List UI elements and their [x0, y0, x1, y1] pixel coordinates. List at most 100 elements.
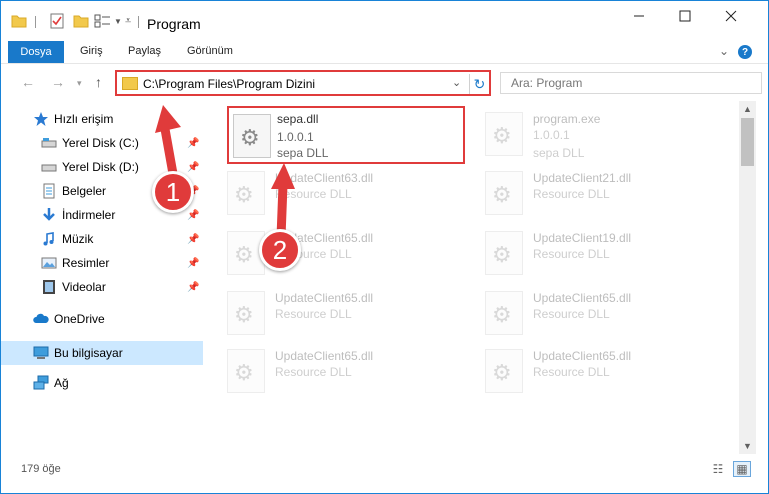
file-item[interactable]: ⚙ UpdateClient19.dll Resource DLL: [461, 223, 697, 281]
file-item[interactable]: ⚙ UpdateClient65.dll Resource DLL: [203, 341, 439, 399]
pin-icon[interactable]: 📌: [187, 210, 199, 221]
recent-locations-icon[interactable]: ▾: [77, 78, 82, 89]
tab-home[interactable]: Giriş: [80, 45, 103, 57]
back-arrow-icon[interactable]: ←: [21, 74, 35, 90]
file-list: ⚙ sepa.dll 1.0.0.1 sepa DLL ⚙ program.ex…: [203, 101, 739, 454]
file-item-program-exe[interactable]: ⚙ program.exe 1.0.0.1 sepa DLL: [461, 104, 697, 162]
file-version: 1.0.0.1: [533, 128, 570, 142]
new-folder-icon[interactable]: [73, 13, 89, 29]
tab-file[interactable]: Dosya: [8, 41, 64, 63]
file-description: sepa DLL: [533, 146, 585, 160]
sidebar-item-pictures[interactable]: Resimler 📌: [1, 251, 203, 275]
separator: [138, 16, 139, 28]
file-name: UpdateClient19.dll: [533, 231, 632, 245]
tab-view[interactable]: Görünüm: [187, 45, 233, 57]
close-button[interactable]: [708, 1, 754, 31]
sidebar-item-this-pc[interactable]: Bu bilgisayar: [1, 341, 203, 365]
pin-icon[interactable]: 📌: [187, 234, 199, 245]
file-item[interactable]: ⚙ UpdateClient65.dll Resource DLL: [461, 341, 697, 399]
cloud-icon: [33, 313, 49, 323]
file-item-sepa-dll[interactable]: ⚙ sepa.dll 1.0.0.1 sepa DLL: [227, 106, 465, 164]
navigation-bar: ← → ▾ ↑ C:\Program Files\Program Dizini …: [1, 63, 768, 101]
star-icon: [34, 112, 48, 126]
file-name: sepa.dll: [277, 112, 319, 126]
sidebar-item-label: Bu bilgisayar: [54, 346, 123, 360]
sidebar-item-label: İndirmeler: [62, 208, 116, 222]
search-input[interactable]: Ara: Program: [500, 72, 762, 94]
folder-icon[interactable]: [11, 13, 27, 29]
separator: [35, 16, 36, 28]
file-item[interactable]: ⚙ UpdateClient21.dll Resource DLL: [461, 163, 697, 221]
large-icons-view-icon[interactable]: ▦: [733, 461, 751, 477]
drive-icon: [41, 138, 57, 148]
sidebar-item-videos[interactable]: Videolar 📌: [1, 275, 203, 299]
sidebar-item-label: Resimler: [62, 256, 110, 270]
scroll-down-icon[interactable]: ▼: [743, 441, 752, 451]
sidebar-item-label: Ağ: [54, 376, 69, 390]
file-description: Resource DLL: [533, 187, 610, 201]
minimize-button[interactable]: [616, 1, 662, 31]
file-item[interactable]: ⚙ UpdateClient65.dll Resource DLL: [203, 283, 439, 341]
dll-file-icon: ⚙: [227, 349, 265, 393]
drive-icon: [41, 164, 57, 172]
file-item[interactable]: ⚙ UpdateClient63.dll Resource DLL: [203, 163, 439, 221]
search-placeholder: Ara: Program: [511, 76, 583, 90]
item-count: 179 öğe: [21, 463, 61, 475]
address-bar[interactable]: C:\Program Files\Program Dizini ⌄ ↻: [115, 70, 491, 96]
pin-icon[interactable]: 📌: [187, 282, 199, 293]
dll-file-icon: ⚙: [485, 291, 523, 335]
maximize-icon: [679, 10, 691, 22]
close-icon: [725, 10, 737, 22]
view-options-icon[interactable]: [94, 13, 112, 29]
window-title: Program: [147, 16, 201, 32]
sidebar-item-onedrive[interactable]: OneDrive: [1, 307, 203, 331]
explorer-window: ▼ ⩡ Program Dosya Giriş Paylaş Görünüm ⌄…: [0, 0, 769, 494]
file-description: Resource DLL: [275, 307, 352, 321]
help-icon[interactable]: ?: [738, 45, 752, 59]
customize-toolbar-icon[interactable]: ⩡: [125, 13, 131, 29]
forward-arrow-icon[interactable]: →: [51, 74, 65, 90]
scroll-up-icon[interactable]: ▲: [743, 104, 752, 114]
dll-file-icon: ⚙: [485, 349, 523, 393]
dll-file-icon: ⚙: [227, 291, 265, 335]
pin-icon[interactable]: 📌: [187, 258, 199, 269]
file-description: Resource DLL: [275, 365, 352, 379]
file-description: sepa DLL: [277, 146, 329, 160]
file-item[interactable]: ⚙ UpdateClient65.dll Resource DLL: [461, 283, 697, 341]
sidebar-item-label: Yerel Disk (C:): [62, 136, 139, 150]
file-description: Resource DLL: [533, 365, 610, 379]
address-path: C:\Program Files\Program Dizini: [143, 77, 316, 91]
sidebar-item-music[interactable]: Müzik 📌: [1, 227, 203, 251]
chevron-down-icon[interactable]: ▼: [114, 13, 122, 29]
video-icon: [43, 280, 55, 294]
chevron-down-icon[interactable]: ⌄: [452, 76, 461, 89]
sidebar-item-label: Yerel Disk (D:): [62, 160, 139, 174]
computer-icon: [33, 346, 49, 359]
vertical-scrollbar[interactable]: ▲ ▼: [739, 101, 756, 454]
sidebar-item-label: Hızlı erişim: [54, 112, 114, 126]
exe-file-icon: ⚙: [485, 112, 523, 156]
scrollbar-thumb[interactable]: [741, 118, 754, 166]
up-arrow-icon[interactable]: ↑: [95, 74, 102, 90]
callout-badge-2: 2: [259, 229, 301, 271]
tab-share[interactable]: Paylaş: [128, 45, 161, 57]
file-description: Resource DLL: [533, 307, 610, 321]
folder-icon: [122, 77, 138, 90]
expand-ribbon-icon[interactable]: ⌄: [719, 44, 729, 58]
sidebar-item-label: Videolar: [62, 280, 106, 294]
details-view-icon[interactable]: ☷: [709, 461, 727, 477]
refresh-icon[interactable]: ↻: [469, 74, 489, 94]
file-name: UpdateClient65.dll: [275, 291, 374, 305]
ribbon-tabs: Dosya Giriş Paylaş Görünüm ⌄ ?: [1, 40, 768, 63]
download-icon: [43, 208, 55, 221]
sidebar-item-label: Müzik: [62, 232, 94, 246]
properties-icon[interactable]: [49, 13, 65, 29]
title-bar: ▼ ⩡ Program: [1, 1, 768, 40]
file-name: UpdateClient21.dll: [533, 171, 632, 185]
maximize-button[interactable]: [662, 1, 708, 31]
file-item[interactable]: ⚙ UpdateClient65.dll Resource DLL: [203, 223, 439, 281]
minimize-icon: [634, 15, 644, 17]
file-name: UpdateClient65.dll: [533, 291, 632, 305]
file-name: program.exe: [533, 112, 601, 126]
sidebar-item-network[interactable]: Ağ: [1, 371, 203, 395]
